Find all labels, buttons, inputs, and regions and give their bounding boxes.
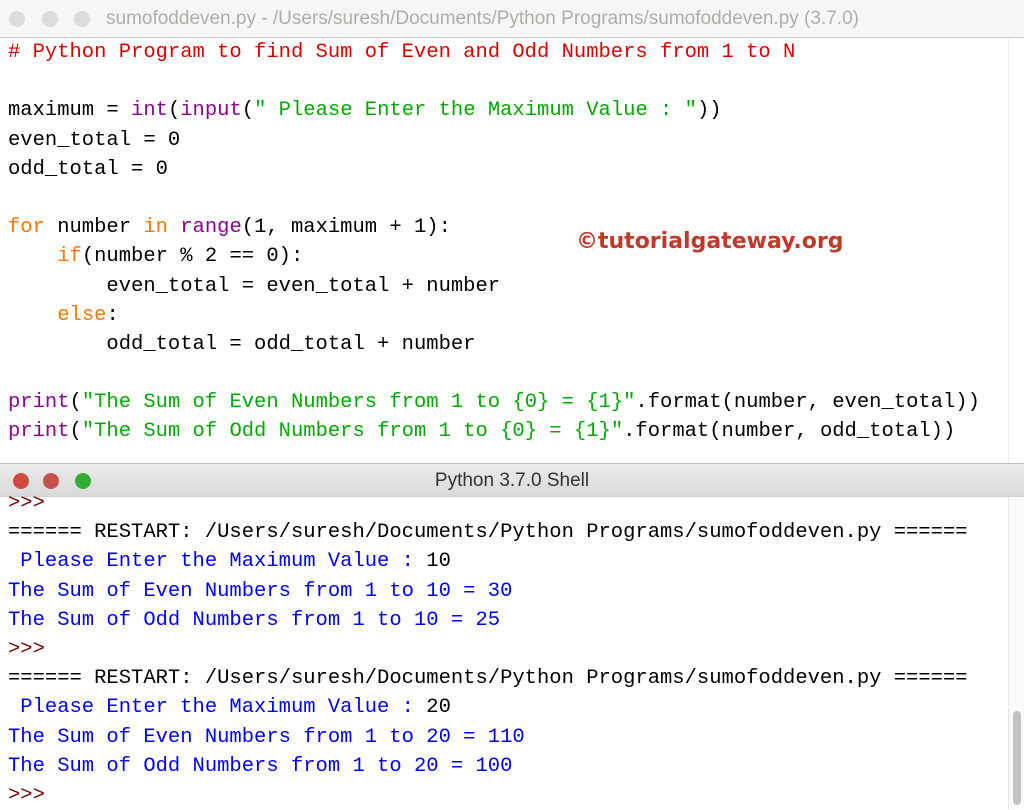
code-token: even_total = even_total + number: [8, 274, 501, 298]
code-token: if: [57, 245, 82, 269]
minimize-button[interactable]: [42, 11, 58, 27]
code-token: number: [44, 216, 144, 240]
code-token: even_total = 0: [8, 128, 181, 152]
code-token: # Python Program to find Sum of Even and…: [8, 41, 796, 64]
code-token: (1, maximum + 1):: [241, 216, 451, 240]
code-token: .format(number, even_total)): [635, 391, 980, 415]
code-token: (number % 2 == 0):: [81, 245, 304, 269]
code-token: " Please Enter the Maximum Value : ": [254, 99, 697, 123]
code-token: The Sum of Even Numbers from 1 to 10 = 3…: [8, 579, 513, 603]
code-token: (: [69, 420, 82, 444]
code-token: odd_total = 0: [8, 157, 168, 181]
editor-scrollbar[interactable]: [1008, 38, 1024, 463]
editor-title-bar: sumofoddeven.py - /Users/suresh/Document…: [0, 0, 1024, 38]
code-token: (: [69, 391, 82, 415]
code-token: 20: [426, 696, 451, 720]
code-token: odd_total = odd_total + number: [8, 332, 476, 356]
code-line: >>>: [8, 489, 968, 518]
code-token: print: [8, 420, 70, 444]
code-line: >>>: [8, 781, 968, 810]
code-token: )): [696, 99, 722, 123]
code-token: else: [57, 303, 107, 327]
code-line: # Python Program to find Sum of Even and…: [8, 38, 980, 67]
code-token: print: [8, 391, 70, 415]
code-line: even_total = even_total + number: [8, 272, 980, 301]
close-button[interactable]: [9, 11, 25, 27]
code-token: in: [143, 216, 168, 240]
code-line: >>>: [8, 635, 968, 664]
code-token: :: [106, 303, 119, 327]
code-line: Please Enter the Maximum Value : 10: [8, 547, 968, 576]
code-token: (: [167, 99, 181, 123]
shell-output-area[interactable]: >>> ====== RESTART: /Users/suresh/Documen…: [8, 489, 968, 810]
code-token: int: [131, 99, 168, 123]
code-token: input: [180, 99, 242, 123]
code-line: odd_total = 0: [8, 155, 980, 184]
code-line: The Sum of Odd Numbers from 1 to 20 = 10…: [8, 752, 968, 781]
code-line: The Sum of Even Numbers from 1 to 20 = 1…: [8, 723, 968, 752]
code-line: even_total = 0: [8, 126, 980, 155]
code-token: The Sum of Even Numbers from 1 to 20 = 1…: [8, 725, 525, 749]
code-token: "The Sum of Odd Numbers from 1 to {0} = …: [81, 420, 624, 444]
code-line: Please Enter the Maximum Value : 20: [8, 693, 968, 722]
code-line: print("The Sum of Odd Numbers from 1 to …: [8, 417, 980, 446]
code-token: (: [241, 99, 255, 123]
code-token: 10: [426, 550, 451, 574]
code-token: >>>: [8, 783, 45, 807]
code-token: >>>: [8, 637, 45, 661]
code-token: Please Enter the Maximum Value :: [8, 696, 427, 720]
code-token: >>>: [8, 492, 45, 515]
code-token: range: [180, 216, 242, 240]
code-token: maximum =: [8, 99, 132, 123]
code-token: ====== RESTART: /Users/suresh/Documents/…: [8, 521, 968, 545]
code-line: else:: [8, 301, 980, 330]
code-token: "The Sum of Even Numbers from 1 to {0} =…: [81, 391, 636, 415]
code-line: The Sum of Odd Numbers from 1 to 10 = 25: [8, 606, 968, 635]
editor-window-title: sumofoddeven.py - /Users/suresh/Document…: [106, 8, 859, 29]
code-token: for: [8, 216, 45, 240]
code-line: ====== RESTART: /Users/suresh/Documents/…: [8, 664, 968, 693]
code-token: The Sum of Odd Numbers from 1 to 10 = 25: [8, 608, 501, 632]
code-line: print("The Sum of Even Numbers from 1 to…: [8, 388, 980, 417]
code-line: odd_total = odd_total + number: [8, 330, 980, 359]
scrollbar-thumb[interactable]: [1013, 711, 1021, 805]
code-line: ====== RESTART: /Users/suresh/Documents/…: [8, 518, 968, 547]
zoom-button[interactable]: [74, 11, 90, 27]
code-token: .format(number, odd_total)): [623, 420, 956, 444]
shell-scrollbar[interactable]: [1008, 497, 1024, 809]
watermark: ©tutorialgateway.org: [576, 229, 844, 254]
code-line: maximum = int(input(" Please Enter the M…: [8, 96, 980, 125]
code-token: Please Enter the Maximum Value :: [8, 550, 427, 574]
code-line: The Sum of Even Numbers from 1 to 10 = 3…: [8, 577, 968, 606]
code-token: ====== RESTART: /Users/suresh/Documents/…: [8, 667, 968, 691]
code-token: The Sum of Odd Numbers from 1 to 20 = 10…: [8, 754, 513, 778]
